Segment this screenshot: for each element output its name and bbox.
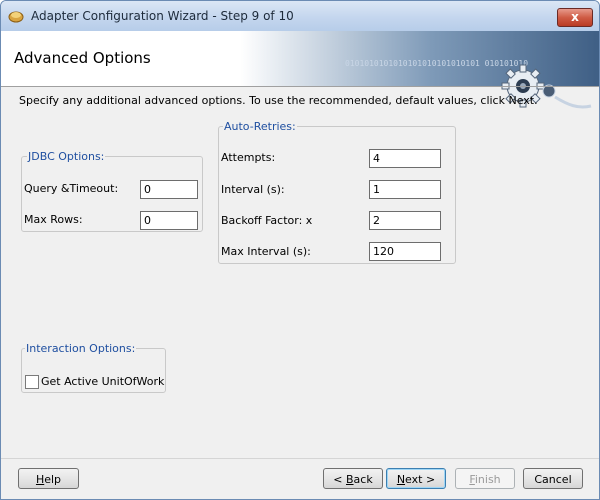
window-title: Adapter Configuration Wizard - Step 9 of… bbox=[31, 9, 294, 23]
wizard-window: Adapter Configuration Wizard - Step 9 of… bbox=[0, 0, 600, 500]
max-interval-input[interactable] bbox=[369, 242, 441, 261]
query-timeout-label: Query &Timeout: bbox=[24, 182, 119, 195]
back-label: ack bbox=[353, 473, 373, 486]
cancel-label: Cancel bbox=[534, 473, 572, 486]
get-active-unitofwork-label[interactable]: Get Active UnitOfWork bbox=[41, 375, 164, 388]
help-mnemonic: H bbox=[35, 473, 45, 486]
header-divider bbox=[1, 86, 599, 87]
interval-input[interactable] bbox=[369, 180, 441, 199]
next-button[interactable]: Next > bbox=[386, 468, 446, 489]
max-rows-input[interactable] bbox=[140, 211, 198, 230]
gear-icon bbox=[501, 64, 592, 109]
back-mnemonic: B bbox=[346, 473, 354, 486]
max-interval-label: Max Interval (s): bbox=[221, 245, 311, 258]
finish-label: inish bbox=[474, 473, 501, 486]
get-active-unitofwork-checkbox[interactable] bbox=[25, 375, 39, 389]
cancel-button[interactable]: Cancel bbox=[523, 468, 583, 489]
attempts-label: Attempts: bbox=[221, 151, 276, 164]
app-icon bbox=[8, 11, 24, 23]
max-rows-label: Max Rows: bbox=[24, 213, 83, 226]
jdbc-options-legend: JDBC Options: bbox=[27, 150, 106, 163]
finish-button[interactable]: Finish bbox=[455, 468, 515, 489]
auto-retries-group: Auto-Retries: Attempts: Interval (s): Ba… bbox=[218, 120, 456, 264]
query-timeout-input[interactable] bbox=[140, 180, 198, 199]
next-label: ext > bbox=[405, 473, 436, 486]
close-button[interactable]: x bbox=[557, 8, 593, 27]
title-bar[interactable]: Adapter Configuration Wizard - Step 9 of… bbox=[1, 1, 599, 32]
instructions-text: Specify any additional advanced options.… bbox=[19, 94, 538, 107]
next-mnemonic: N bbox=[396, 473, 406, 486]
footer-divider bbox=[1, 458, 599, 459]
help-label: elp bbox=[44, 473, 62, 486]
back-prefix: < bbox=[333, 473, 346, 486]
interval-label: Interval (s): bbox=[221, 183, 285, 196]
auto-retries-legend: Auto-Retries: bbox=[223, 120, 297, 133]
close-icon: x bbox=[571, 10, 579, 24]
jdbc-options-group: JDBC Options: Query &Timeout: Max Rows: bbox=[21, 150, 203, 232]
interaction-options-legend: Interaction Options: bbox=[25, 342, 137, 355]
help-button[interactable]: Help bbox=[18, 468, 79, 489]
backoff-factor-label: Backoff Factor: x bbox=[221, 214, 313, 227]
attempts-input[interactable] bbox=[369, 149, 441, 168]
wizard-header: Advanced Options 01010101010101010101010… bbox=[1, 31, 599, 109]
back-button[interactable]: < Back bbox=[323, 468, 383, 489]
backoff-factor-input[interactable] bbox=[369, 211, 441, 230]
page-title: Advanced Options bbox=[14, 49, 151, 67]
interaction-options-group: Interaction Options: Get Active UnitOfWo… bbox=[21, 342, 166, 393]
